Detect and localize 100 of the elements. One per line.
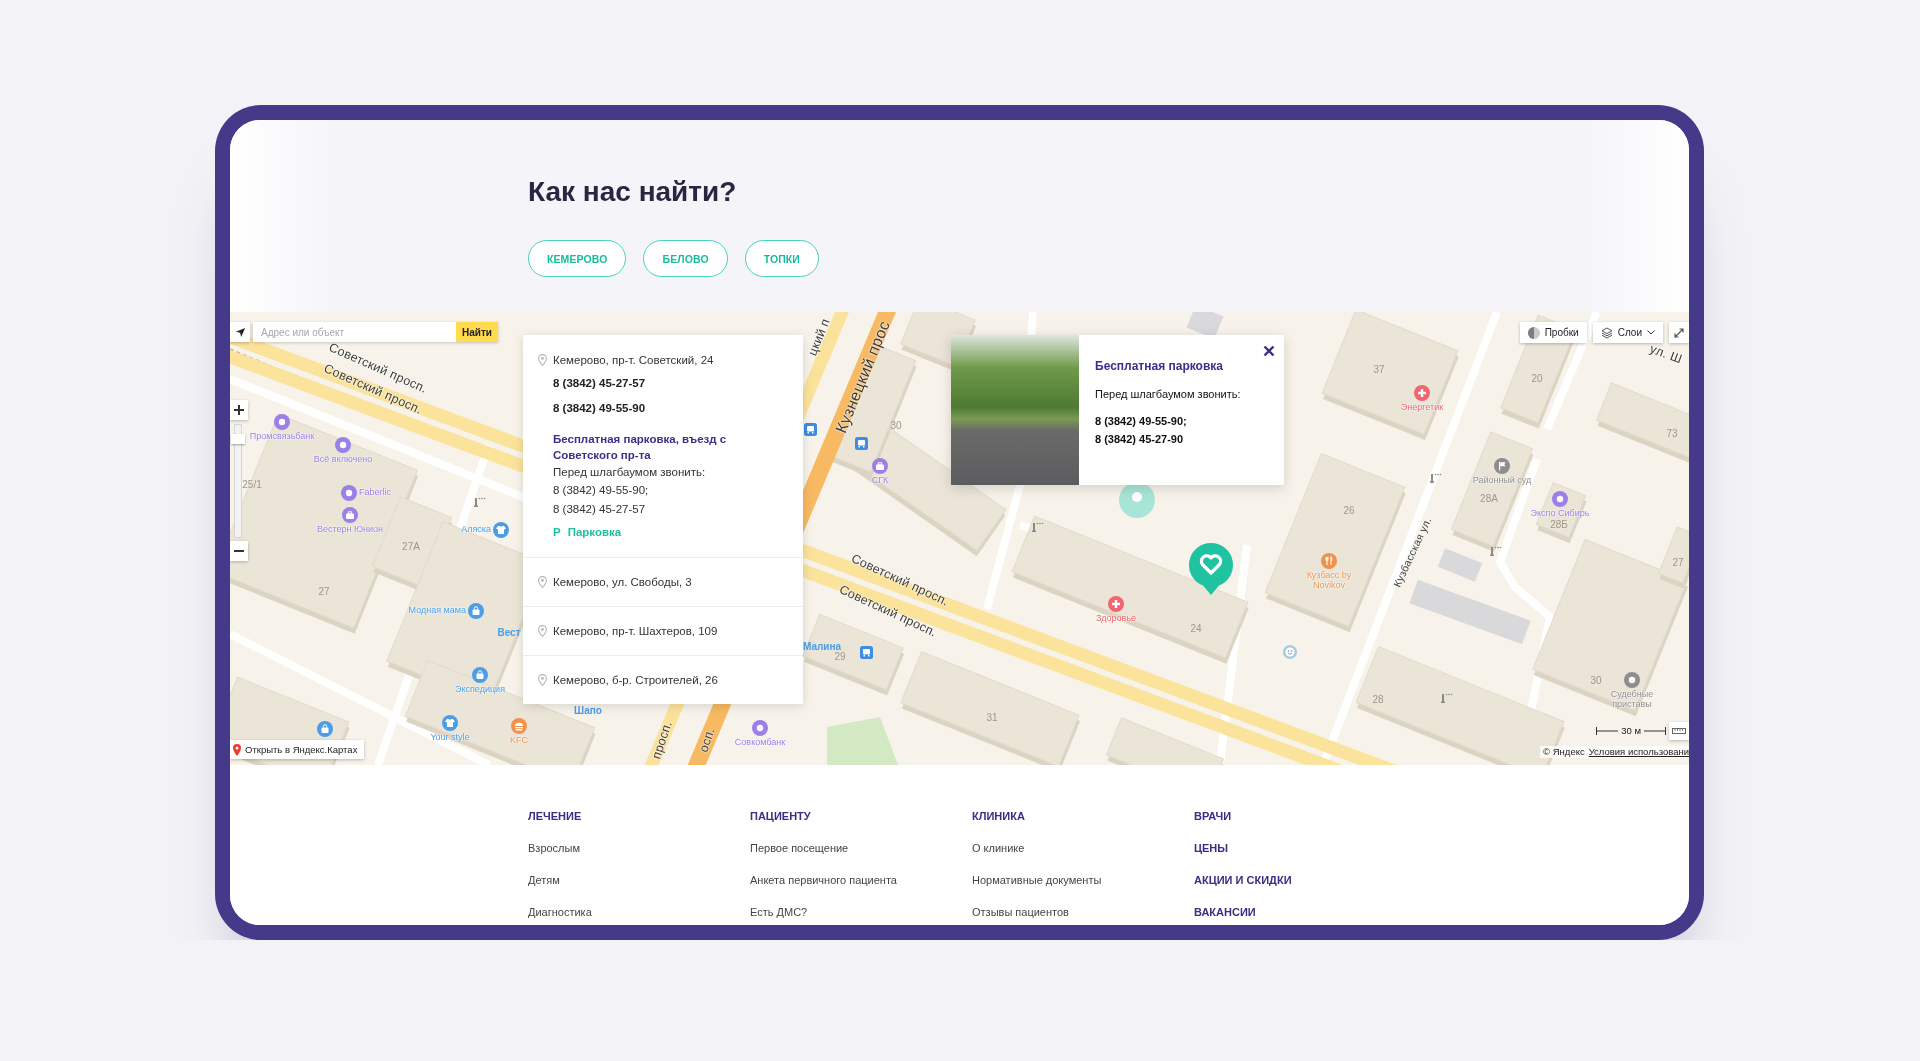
footer-link[interactable]: Взрослым: [528, 841, 580, 855]
close-icon[interactable]: [1263, 345, 1275, 357]
parking-phone: 8 (3842) 45-27-57: [553, 502, 647, 517]
address-item[interactable]: Кемерово, ул. Свободы, 3: [523, 557, 803, 606]
ruler-button[interactable]: [1669, 722, 1689, 740]
place-label: Экспо Сибирь: [1530, 508, 1590, 519]
address-item[interactable]: Кемерово, б-р. Строителей, 26: [523, 655, 803, 704]
parking-sign: Р: [553, 525, 561, 540]
medical-cross-icon[interactable]: [1414, 385, 1430, 401]
zoom-out-button[interactable]: [230, 541, 248, 561]
smiley-icon[interactable]: [1283, 645, 1297, 659]
place-label: Аляска: [461, 524, 491, 535]
terms-link[interactable]: Условия использовани: [1588, 746, 1689, 758]
footer-heading[interactable]: КЛИНИКА: [972, 809, 1025, 823]
zoom-in-button[interactable]: [230, 400, 248, 420]
shopping-bag-icon[interactable]: [468, 603, 484, 619]
scale-label: 30 м: [1621, 725, 1641, 737]
shirt-icon[interactable]: [442, 715, 458, 731]
ruler-icon: [1672, 728, 1686, 734]
footer-link[interactable]: Первое посещение: [750, 841, 849, 855]
street-label: осп.: [696, 726, 718, 754]
layers-icon: [1600, 326, 1613, 339]
briefcase-icon[interactable]: [872, 458, 888, 474]
phone-number: 8 (3842) 49-55-90: [553, 401, 647, 416]
popup-phone: 8 (3842) 49-55-90;: [1095, 414, 1188, 429]
house-number: 28Б: [1550, 519, 1568, 531]
shopping-bag-icon[interactable]: [472, 667, 488, 683]
shopping-bag-icon[interactable]: [317, 721, 333, 737]
footer-link[interactable]: Нормативные документы: [972, 873, 1102, 887]
zoom-slider-track[interactable]: [234, 424, 242, 538]
fullscreen-button[interactable]: [1669, 322, 1689, 343]
page-heading: Как нас найти?: [528, 175, 737, 209]
half-shaded-circle-icon: [1527, 326, 1540, 339]
place-label: СГК: [871, 475, 889, 486]
navigation-arrow-icon: [234, 326, 246, 338]
place-label: Промсвязьбанк: [249, 431, 315, 442]
house-number: 24: [1190, 623, 1202, 635]
place-label: Здоровье: [1095, 613, 1137, 624]
footer-heading[interactable]: ВАКАНСИИ: [1194, 905, 1256, 919]
caret-icon: [1647, 330, 1655, 335]
footer-heading[interactable]: ВРАЧИ: [1194, 809, 1232, 823]
popup-note: Перед шлагбаумом звонить:: [1095, 387, 1242, 402]
scale-tick-icon: [1644, 727, 1666, 735]
open-in-maps-button[interactable]: Открыть в Яндекс.Картах: [230, 740, 365, 759]
medical-cross-icon[interactable]: [1108, 596, 1124, 612]
heart-marker-icon[interactable]: [1187, 541, 1235, 597]
footer-heading[interactable]: ЛЕЧЕНИЕ: [528, 809, 582, 823]
pin-icon: [538, 625, 547, 637]
search-button[interactable]: Найти: [456, 322, 498, 342]
cutlery-icon[interactable]: [1321, 553, 1337, 569]
place-marker-icon[interactable]: [1552, 491, 1568, 507]
location-marker-icon[interactable]: [1119, 482, 1155, 518]
scale-tick-icon: [1596, 727, 1619, 735]
shirt-icon[interactable]: [493, 522, 509, 538]
zoom-slider-thumb[interactable]: [231, 434, 245, 445]
house-number: 30: [1590, 675, 1602, 687]
place-label: Малина: [802, 641, 842, 652]
address-item[interactable]: Кемерово, пр-т. Шахтеров, 109: [523, 606, 803, 655]
footer-link[interactable]: Диагностика: [528, 905, 592, 919]
barrier-icon: [474, 497, 486, 507]
street-label: цкий п: [805, 316, 833, 358]
place-label: KFC: [510, 735, 528, 746]
place-marker-icon[interactable]: [274, 414, 290, 430]
parking-note: Перед шлагбаумом звонить:: [553, 465, 707, 480]
house-number: 26: [1343, 505, 1355, 517]
address-item[interactable]: Кемерово, пр-т. Советский, 24: [538, 351, 787, 369]
place-marker-icon[interactable]: [341, 485, 357, 501]
street-label: просп.: [649, 719, 675, 761]
footer-link[interactable]: Отзывы пациентов: [972, 905, 1069, 919]
place-label: Судебные приставы: [1609, 689, 1655, 709]
burger-icon[interactable]: [511, 718, 527, 734]
footer-link[interactable]: О клинике: [972, 841, 1025, 855]
pin-icon: [538, 576, 547, 588]
search-field[interactable]: Адрес или объект: [253, 322, 456, 342]
place-marker-icon[interactable]: [335, 437, 351, 453]
place-label: Районный суд: [1472, 475, 1532, 486]
place-label: Your style: [430, 732, 470, 743]
footer-link[interactable]: Анкета первичного пациента: [750, 873, 897, 887]
house-number: 73: [1666, 428, 1678, 440]
footer-link[interactable]: Детям: [528, 873, 560, 887]
flag-icon[interactable]: [1494, 458, 1510, 474]
locate-button[interactable]: [230, 322, 250, 342]
layers-button[interactable]: Слои: [1592, 322, 1663, 343]
briefcase-icon[interactable]: [342, 507, 358, 523]
place-marker-icon[interactable]: [1624, 672, 1640, 688]
traffic-button[interactable]: Пробки: [1519, 322, 1587, 343]
place-label: Экспедиция: [455, 684, 505, 695]
footer-heading[interactable]: ПАЦИЕНТУ: [750, 809, 811, 823]
house-number: 31: [986, 712, 998, 724]
house-number: 28А: [1480, 493, 1498, 505]
place-marker-icon[interactable]: [752, 720, 768, 736]
footer-heading[interactable]: ЦЕНЫ: [1194, 841, 1229, 855]
barrier-icon: [1441, 693, 1453, 703]
pin-icon: [538, 354, 547, 366]
map-pin-icon: [233, 743, 241, 756]
place-label: Вест: [497, 627, 521, 639]
footer-heading[interactable]: АКЦИИ И СКИДКИ: [1194, 873, 1292, 887]
parking-title: Бесплатная парковка, въезд с Советского пр-та: [553, 432, 728, 463]
footer-link[interactable]: Есть ДМС?: [750, 905, 808, 919]
place-label: Шапо: [574, 705, 602, 717]
